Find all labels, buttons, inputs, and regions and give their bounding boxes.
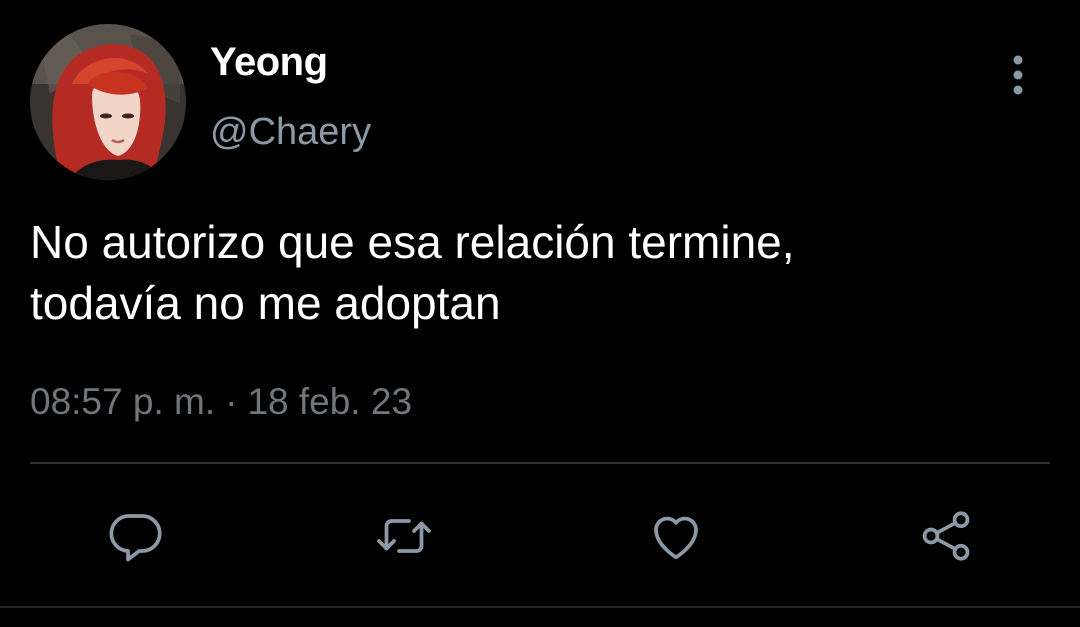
like-button[interactable] xyxy=(640,500,712,572)
more-options-button[interactable] xyxy=(998,52,1038,98)
tweet-time: 08:57 p. m. xyxy=(30,381,216,422)
divider xyxy=(30,462,1050,464)
tweet-detail: Yeong @Chaery No autorizo que esa relaci… xyxy=(0,0,1080,627)
avatar[interactable] xyxy=(30,24,186,180)
tweet-timestamp[interactable]: 08:57 p. m. · 18 feb. 23 xyxy=(30,381,412,423)
meta-separator: · xyxy=(225,381,238,422)
bottom-divider xyxy=(0,606,1080,608)
reply-icon xyxy=(109,514,162,562)
reply-button[interactable] xyxy=(100,500,172,572)
display-name[interactable]: Yeong xyxy=(210,40,328,85)
retweet-icon xyxy=(377,519,431,553)
retweet-button[interactable] xyxy=(368,500,440,572)
like-icon xyxy=(654,516,698,560)
avatar-image xyxy=(30,24,186,180)
action-bar xyxy=(0,500,1080,572)
more-vertical-icon xyxy=(1013,55,1023,95)
share-button[interactable] xyxy=(910,500,982,572)
share-icon xyxy=(922,511,970,561)
tweet-text: No autorizo que esa relación termine, to… xyxy=(30,216,795,329)
user-handle[interactable]: @Chaery xyxy=(210,111,371,154)
tweet-date: 18 feb. 23 xyxy=(247,381,413,422)
